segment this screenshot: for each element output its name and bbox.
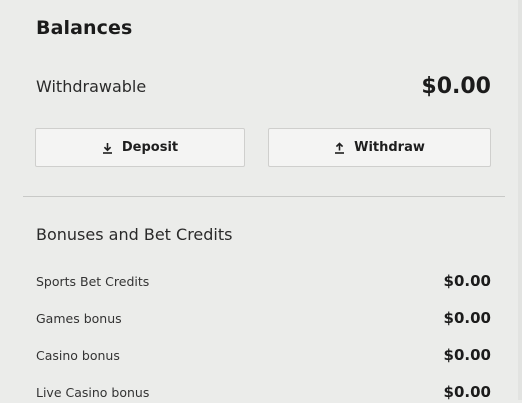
balances-title: Balances — [36, 17, 133, 39]
bonus-amount: $0.00 — [443, 309, 491, 327]
withdrawable-amount: $0.00 — [421, 74, 491, 99]
bonus-label: Sports Bet Credits — [36, 274, 150, 289]
bonus-amount: $0.00 — [443, 272, 491, 290]
panel-edge — [518, 0, 522, 400]
bonus-label: Live Casino bonus — [36, 385, 150, 400]
bonus-row-live-casino-bonus: Live Casino bonus $0.00 — [36, 383, 491, 403]
withdraw-button-label: Withdraw — [354, 140, 425, 155]
deposit-button[interactable]: Deposit — [35, 128, 245, 167]
bonus-label: Games bonus — [36, 311, 122, 326]
withdraw-button[interactable]: Withdraw — [268, 128, 491, 167]
bonus-row-games-bonus: Games bonus $0.00 — [36, 309, 491, 329]
bonus-label: Casino bonus — [36, 348, 120, 363]
upload-icon — [335, 141, 345, 154]
download-icon — [102, 142, 112, 154]
withdrawable-label: Withdrawable — [36, 77, 147, 96]
bonuses-title: Bonuses and Bet Credits — [36, 225, 233, 244]
bonus-amount: $0.00 — [443, 383, 491, 401]
bonus-amount: $0.00 — [443, 346, 491, 364]
bonus-row-casino-bonus: Casino bonus $0.00 — [36, 346, 491, 366]
section-divider — [23, 196, 505, 197]
balances-panel: Balances Withdrawable $0.00 Deposit With… — [0, 0, 518, 403]
bonus-row-sports-bet-credits: Sports Bet Credits $0.00 — [36, 272, 491, 292]
deposit-button-label: Deposit — [121, 140, 179, 155]
